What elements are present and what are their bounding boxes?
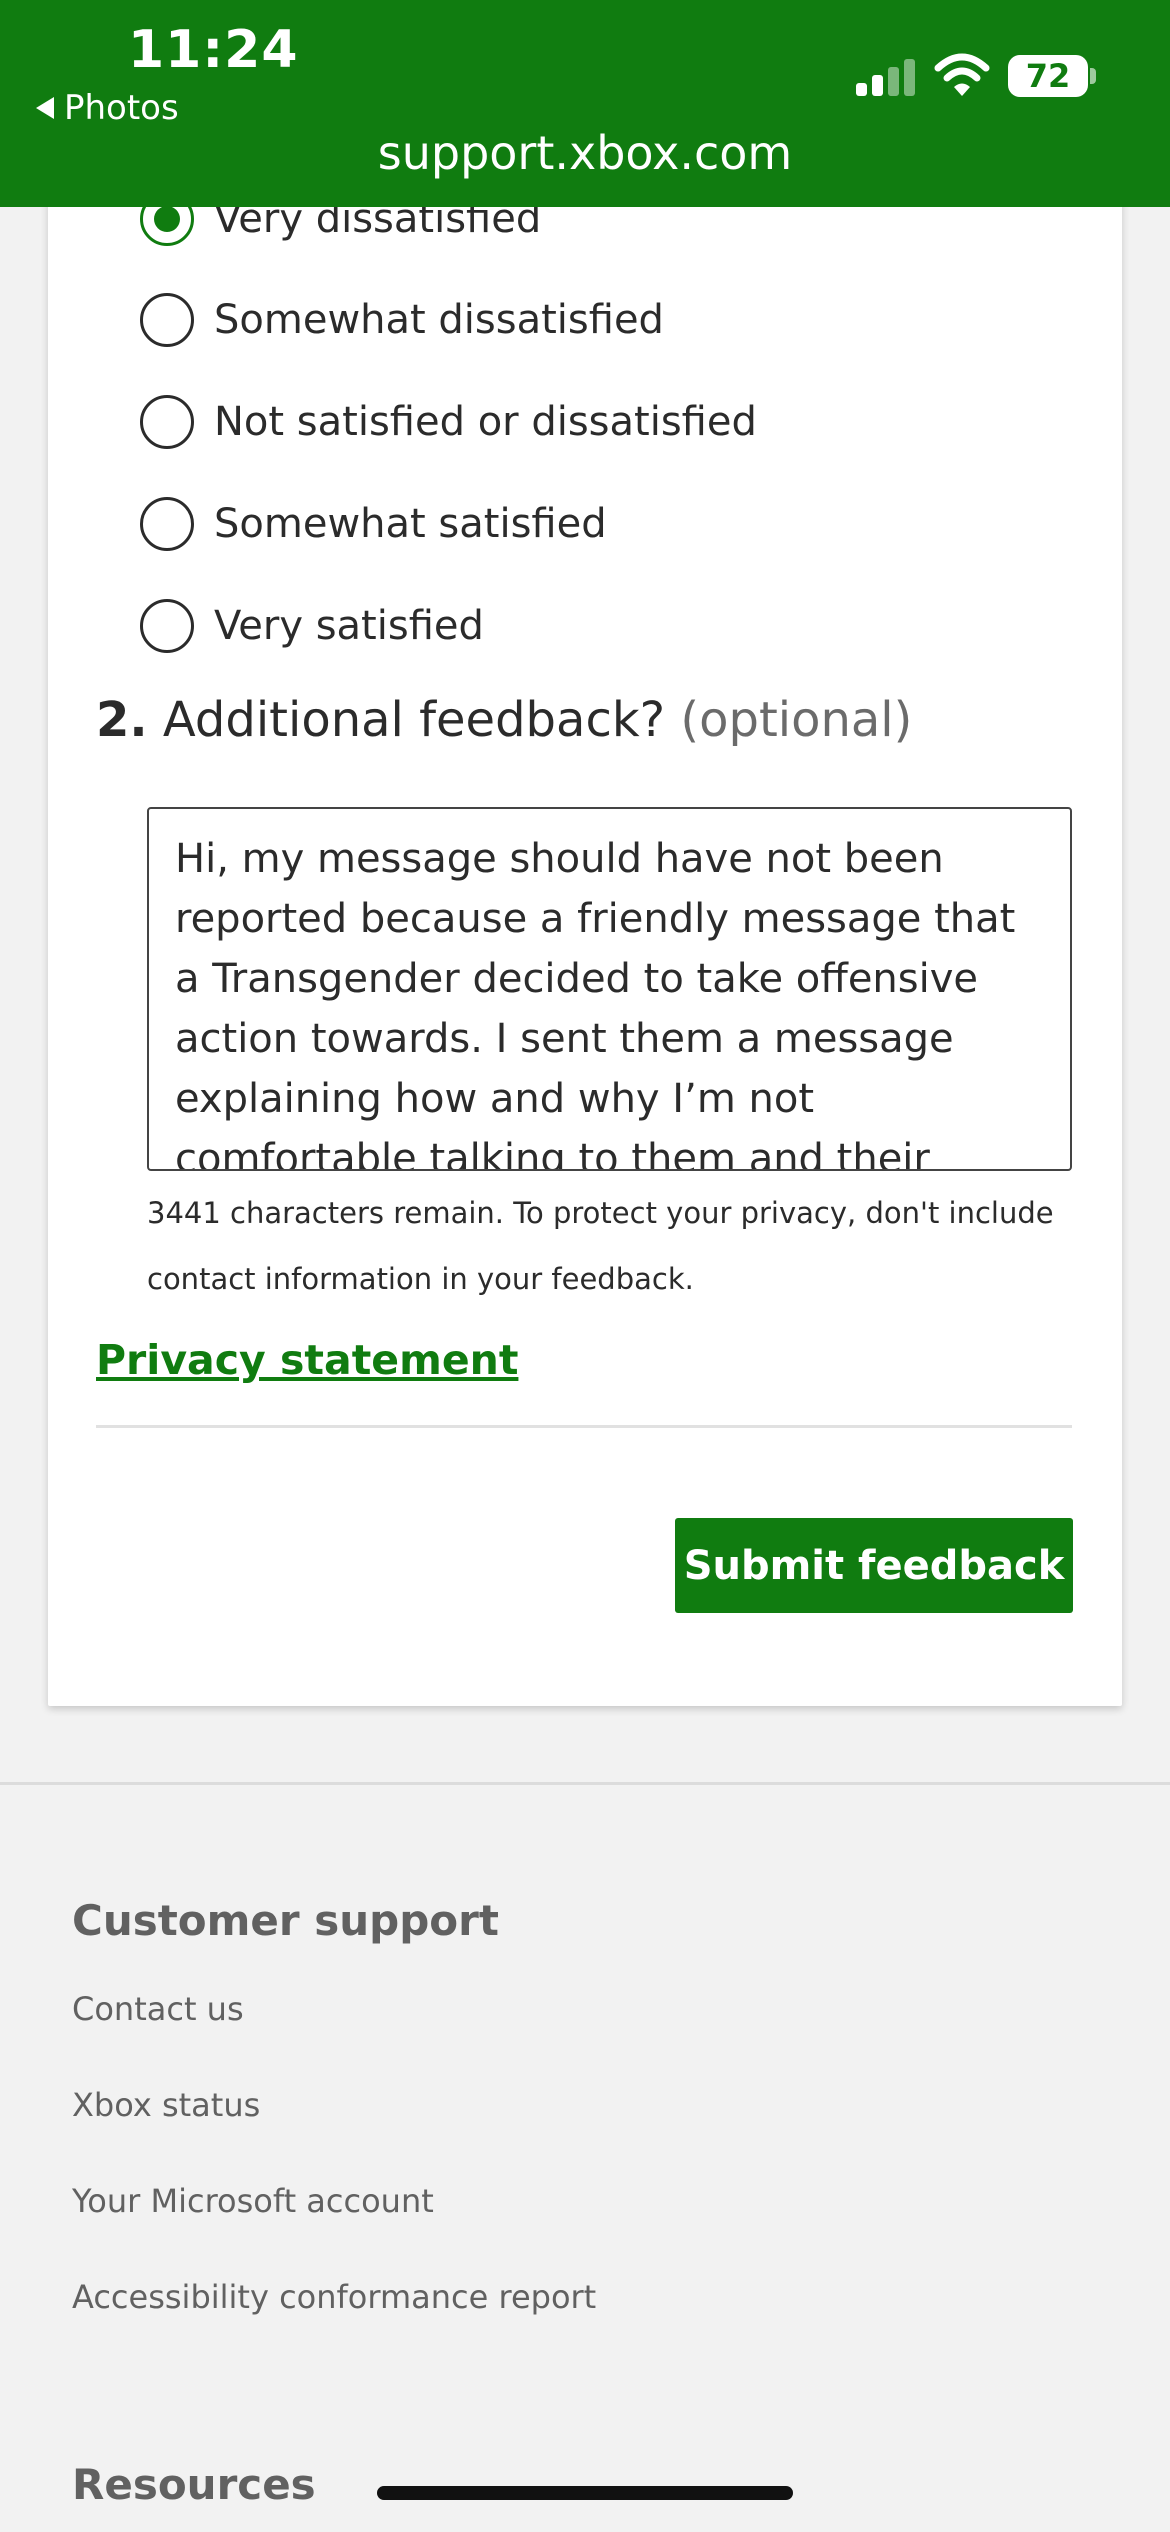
radio-option-somewhat-dissatisfied[interactable]: Somewhat dissatisfied bbox=[140, 289, 664, 351]
cellular-signal-icon bbox=[856, 58, 916, 96]
footer-link-accessibility-report[interactable]: Accessibility conformance report bbox=[72, 2278, 596, 2316]
wifi-icon bbox=[934, 53, 990, 96]
radio-label: Very satisfied bbox=[214, 603, 484, 649]
radio-unselected-icon[interactable] bbox=[140, 395, 194, 449]
battery-tip bbox=[1090, 68, 1096, 84]
radio-option-somewhat-satisfied[interactable]: Somewhat satisfied bbox=[140, 493, 607, 555]
radio-unselected-icon[interactable] bbox=[140, 293, 194, 347]
footer-link-microsoft-account[interactable]: Your Microsoft account bbox=[72, 2182, 434, 2220]
question-number: 2. bbox=[96, 692, 148, 748]
home-indicator[interactable] bbox=[377, 2486, 793, 2500]
radio-label: Not satisfied or dissatisfied bbox=[214, 399, 757, 445]
back-app-label: Photos bbox=[64, 88, 179, 128]
radio-option-neutral[interactable]: Not satisfied or dissatisfied bbox=[140, 391, 757, 453]
feedback-card: Very dissatisfied Somewhat dissatisfied … bbox=[48, 150, 1122, 1706]
radio-label: Somewhat dissatisfied bbox=[214, 297, 664, 343]
divider bbox=[96, 1425, 1072, 1428]
footer-link-contact-us[interactable]: Contact us bbox=[72, 1990, 244, 2028]
footer-divider bbox=[0, 1782, 1170, 1785]
resources-heading: Resources bbox=[72, 2460, 316, 2509]
customer-support-heading: Customer support bbox=[72, 1896, 499, 1945]
battery-icon: 72 bbox=[1008, 55, 1088, 97]
back-to-app-button[interactable]: Photos bbox=[36, 88, 179, 128]
radio-unselected-icon[interactable] bbox=[140, 497, 194, 551]
feedback-textarea[interactable]: Hi, my message should have not been repo… bbox=[147, 807, 1072, 1171]
submit-feedback-button[interactable]: Submit feedback bbox=[675, 1518, 1073, 1613]
question-text: Additional feedback? bbox=[162, 692, 666, 748]
back-arrow-icon bbox=[36, 97, 54, 119]
status-time: 11:24 bbox=[128, 20, 299, 80]
footer-link-xbox-status[interactable]: Xbox status bbox=[72, 2086, 260, 2124]
radio-label: Somewhat satisfied bbox=[214, 501, 607, 547]
optional-label: (optional) bbox=[680, 692, 913, 748]
characters-remaining-hint: 3441 characters remain. To protect your … bbox=[147, 1196, 1054, 1296]
question-2-heading: 2. Additional feedback? (optional) bbox=[96, 692, 912, 748]
radio-option-very-satisfied[interactable]: Very satisfied bbox=[140, 595, 484, 657]
radio-unselected-icon[interactable] bbox=[140, 599, 194, 653]
address-bar-url[interactable]: support.xbox.com bbox=[0, 126, 1170, 180]
browser-header: 11:24 Photos 72 support.xbox.com bbox=[0, 0, 1170, 207]
battery-level: 72 bbox=[1025, 57, 1071, 95]
privacy-statement-link[interactable]: Privacy statement bbox=[96, 1336, 518, 1384]
